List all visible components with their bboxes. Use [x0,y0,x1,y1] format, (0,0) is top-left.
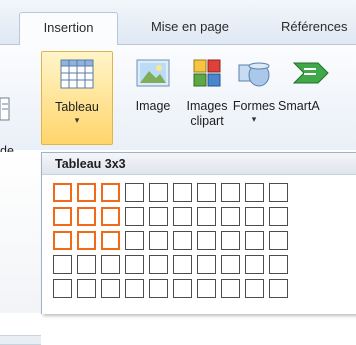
tab-mise-en-page[interactable]: Mise en page [125,12,255,44]
grid-cell[interactable] [197,279,216,298]
dropdown-title: Tableau 3x3 [42,153,356,175]
images-clipart-button[interactable]: Images clipart [186,51,228,129]
grid-cell[interactable] [245,183,264,202]
smartart-label: SmartA [278,99,320,113]
grid-cell[interactable] [173,183,192,202]
grid-cell-selected[interactable] [77,207,96,226]
grid-cell[interactable] [269,207,288,226]
grid-cell[interactable] [221,255,240,274]
table-icon [60,58,94,90]
insert-table-dropdown: Tableau 3x3 [41,152,356,314]
smartart-icon [292,57,332,89]
grid-cell[interactable] [269,255,288,274]
shapes-icon [237,57,271,89]
grid-cell[interactable] [197,207,216,226]
images-clipart-label-2: clipart [190,114,224,128]
grid-cell[interactable] [221,207,240,226]
grid-cell[interactable] [197,183,216,202]
grid-cell[interactable] [221,183,240,202]
document-area [0,152,41,345]
tableau-label: Tableau [55,100,99,114]
grid-cell[interactable] [269,183,288,202]
grid-cell[interactable] [149,255,168,274]
grid-cell-selected[interactable] [77,231,96,250]
grid-cell[interactable] [125,207,144,226]
grid-cell[interactable] [245,279,264,298]
grid-cell[interactable] [173,207,192,226]
grid-cell[interactable] [245,255,264,274]
grid-cell[interactable] [173,279,192,298]
grid-cell[interactable] [125,183,144,202]
tab-references[interactable]: Références [281,12,356,44]
grid-cell[interactable] [269,231,288,250]
ruler [0,335,41,345]
grid-cell[interactable] [245,231,264,250]
ribbon-tab-bar: Insertion Mise en page Références [0,0,356,46]
grid-cell[interactable] [245,207,264,226]
image-icon [136,57,170,89]
grid-cell[interactable] [197,231,216,250]
grid-cell[interactable] [101,279,120,298]
page-icon [0,97,10,121]
images-clipart-label-1: Images [186,99,228,113]
grid-cell[interactable] [221,231,240,250]
grid-cell-selected[interactable] [101,231,120,250]
grid-cell[interactable] [77,279,96,298]
grid-cell[interactable] [149,183,168,202]
grid-cell[interactable] [149,231,168,250]
grid-cell[interactable] [221,279,240,298]
grid-cell[interactable] [53,279,72,298]
grid-cell[interactable] [53,255,72,274]
grid-cell[interactable] [125,231,144,250]
grid-cell[interactable] [269,279,288,298]
smartart-button[interactable]: SmartA [278,51,356,114]
grid-cell-selected[interactable] [53,183,72,202]
chevron-down-icon: ▾ [251,114,257,124]
grid-cell[interactable] [197,255,216,274]
grid-cell[interactable] [125,255,144,274]
grid-cell-selected[interactable] [101,183,120,202]
image-label: Image [135,99,171,113]
image-button[interactable]: Image [128,51,178,114]
grid-cell-selected[interactable] [53,231,72,250]
grid-cell[interactable] [125,279,144,298]
tab-insertion[interactable]: Insertion [19,12,118,46]
tableau-button[interactable]: Tableau ▾ [41,51,113,145]
grid-cell[interactable] [173,231,192,250]
formes-button[interactable]: Formes ▾ [232,51,276,124]
clipart-icon [191,57,223,89]
grid-cell-selected[interactable] [101,207,120,226]
grid-cell[interactable] [77,255,96,274]
grid-cell[interactable] [149,207,168,226]
grid-cell[interactable] [173,255,192,274]
grid-cell[interactable] [149,279,168,298]
grid-cell[interactable] [101,255,120,274]
formes-label: Formes [232,99,276,113]
grid-cell-selected[interactable] [53,207,72,226]
grid-cell-selected[interactable] [77,183,96,202]
ribbon-insert-panel: de e Tableau ▾ Image [0,45,356,173]
chevron-down-icon: ▾ [74,115,80,125]
